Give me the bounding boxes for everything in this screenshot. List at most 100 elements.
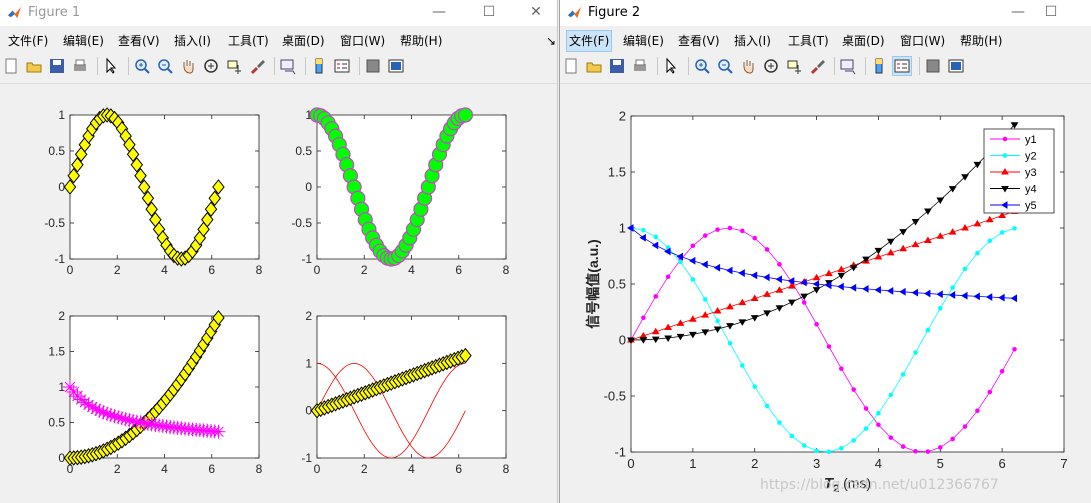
close-button[interactable]: ✕ [519, 0, 553, 26]
pan-icon[interactable] [739, 57, 757, 75]
fig1_sub3-axes[interactable]: 0 2 4 6 800.511.52 [48, 309, 262, 476]
data-cursor-icon[interactable] [225, 57, 243, 75]
menu-item-6[interactable]: 窗口(W) [898, 31, 947, 51]
y-tick-label: -0.5 [291, 216, 312, 230]
menu-item-7[interactable]: 帮助(H) [958, 31, 1004, 51]
fig1_sub2-axes[interactable]: 0 2 4 6 8-1-0.500.51 [291, 107, 510, 277]
menu-item-5[interactable]: 桌面(D) [280, 31, 327, 51]
legend-marker [1002, 153, 1008, 158]
legend[interactable]: y1 y2 y3 y4 y5 [983, 128, 1055, 214]
menu-item-4[interactable]: 工具(T) [786, 31, 831, 51]
open-file-icon[interactable] [25, 57, 43, 75]
menu-item-0[interactable]: 文件(F) [6, 31, 50, 51]
zoom-in-icon[interactable] [133, 57, 151, 75]
y-tick-label: 1 [58, 108, 65, 122]
colorbar-icon[interactable] [870, 57, 888, 75]
minimize-button[interactable]: — [1001, 0, 1035, 26]
brush-icon[interactable] [248, 57, 266, 75]
open-file-icon[interactable] [585, 57, 603, 75]
data-point [715, 318, 720, 324]
y-tick-label: 2 [305, 309, 312, 323]
menu-item-3[interactable]: 插入(I) [172, 31, 213, 51]
rotate-3d-icon[interactable] [202, 57, 220, 75]
edit-plot-icon[interactable] [662, 57, 680, 75]
y-tick-label: 0 [619, 332, 626, 347]
legend-label: y3 [1025, 167, 1037, 179]
menu-overflow-arrow-icon[interactable]: ↘ [544, 31, 557, 51]
rotate-3d-icon[interactable] [762, 57, 780, 75]
brush-icon[interactable] [808, 57, 826, 75]
print-icon[interactable] [631, 57, 649, 75]
figure-2-window[interactable]: Figure 2 — ☐ 文件(F) 编辑(E) 查看(V) 插入(I) 工具(T) 桌面… [559, 0, 1091, 503]
save-icon[interactable] [608, 57, 626, 75]
data-point [913, 448, 918, 454]
menu-item-6[interactable]: 窗口(W) [338, 31, 387, 51]
plot-area [316, 315, 507, 459]
data-point [975, 408, 980, 414]
menu-item-2[interactable]: 查看(V) [116, 31, 162, 51]
link-plot-icon[interactable] [839, 57, 857, 75]
save-icon[interactable] [48, 57, 66, 75]
hide-plot-tools-icon[interactable] [364, 57, 382, 75]
data-point [937, 305, 943, 311]
y-tick-label: -1 [301, 451, 312, 465]
x-tick-label: 6 [455, 462, 462, 476]
figure-1-window[interactable]: Figure 1 — ☐ ✕ 文件(F) 编辑(E) 查看(V) 插入(I) 工具(T)… [0, 0, 558, 503]
data-point [211, 424, 226, 439]
data-point [814, 321, 819, 327]
print-icon[interactable] [71, 57, 89, 75]
menu-item-5[interactable]: 桌面(D) [840, 31, 887, 51]
menu-item-0[interactable]: 文件(F) [566, 30, 613, 52]
minimize-button[interactable]: — [422, 0, 456, 26]
pan-icon[interactable] [179, 57, 197, 75]
new-figure-icon[interactable] [562, 57, 580, 75]
colorbar-icon[interactable] [310, 57, 328, 75]
zoom-in-icon[interactable] [693, 57, 711, 75]
legend-icon[interactable] [333, 57, 351, 75]
fig1_sub1-axes[interactable]: 0 2 4 6 8-1-0.500.51 [44, 107, 263, 277]
fig1_sub4-axes[interactable]: 0 2 4 6 8-1012 [301, 309, 509, 476]
data-cursor-icon[interactable] [785, 57, 803, 75]
y-tick-label: 0.5 [295, 144, 312, 158]
title-bar[interactable]: Figure 2 — ☐ [560, 0, 1091, 26]
data-point [826, 344, 832, 349]
data-point [653, 234, 659, 240]
new-figure-icon[interactable] [2, 57, 20, 75]
zoom-out-icon[interactable] [156, 57, 174, 75]
y-tick-label: 1 [305, 356, 312, 370]
data-point [1012, 226, 1017, 231]
y-tick-label: 0.5 [48, 416, 65, 430]
legend-icon[interactable] [892, 56, 912, 76]
hide-plot-tools-icon[interactable] [924, 57, 942, 75]
data-point [678, 259, 683, 265]
menu-bar: 文件(F) 编辑(E) 查看(V) 插入(I) 工具(T) 桌面(D) 窗口(W) 帮助(H) [560, 28, 1091, 52]
data-point [987, 389, 993, 395]
y-tick-label: -1 [614, 444, 626, 459]
edit-plot-icon[interactable] [102, 57, 120, 75]
menu-item-1[interactable]: 编辑(E) [621, 31, 666, 51]
link-plot-icon[interactable] [279, 57, 297, 75]
data-point [999, 230, 1005, 235]
data-point [727, 225, 733, 231]
x-tick-label: 4 [408, 263, 415, 277]
maximize-button[interactable]: ☐ [472, 0, 506, 26]
title-bar[interactable]: Figure 1 — ☐ ✕ [0, 0, 557, 26]
data-point [752, 384, 758, 389]
x-tick-label: 0 [314, 462, 321, 476]
matlab-logo-icon [7, 6, 22, 19]
show-plot-tools-icon[interactable] [947, 57, 965, 75]
legend-label: y2 [1025, 151, 1037, 163]
zoom-out-icon[interactable] [716, 57, 734, 75]
menu-item-2[interactable]: 查看(V) [676, 31, 722, 51]
figure-canvas[interactable]: 0 2 4 6 8 -1 -0.5 0 0.5 1 0 2 4 6 8 -1 -0.5 0 0.5 1 0 2 4 6 8 0 0.… [0, 83, 557, 503]
menu-item-1[interactable]: 编辑(E) [61, 31, 106, 51]
maximize-button[interactable]: ☐ [1034, 0, 1068, 26]
toolbar-separator [865, 57, 866, 75]
data-point [876, 410, 881, 416]
menu-item-4[interactable]: 工具(T) [226, 31, 271, 51]
data-point [665, 274, 671, 280]
menu-item-7[interactable]: 帮助(H) [398, 31, 444, 51]
menu-item-3[interactable]: 插入(I) [732, 31, 773, 51]
figure-canvas[interactable]: 0 1 2 3 4 5 6 7 -1 -0.5 0 0.5 1 1.5 2 信号幅值(a.u.) T2 (ms)… [560, 83, 1091, 503]
show-plot-tools-icon[interactable] [387, 57, 405, 75]
